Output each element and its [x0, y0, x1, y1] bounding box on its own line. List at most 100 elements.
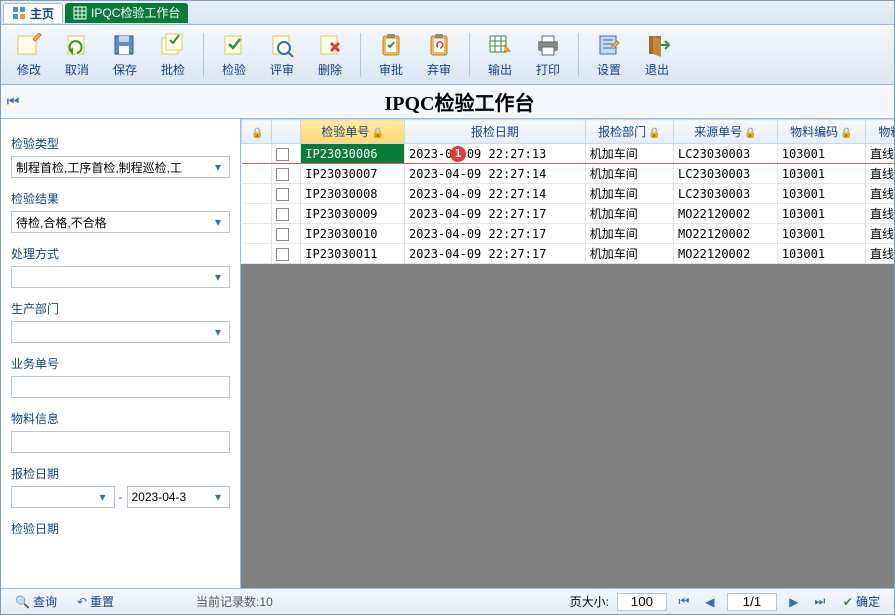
label-result: 检验结果: [11, 190, 230, 207]
chevron-down-icon[interactable]: ▾: [211, 490, 225, 504]
cancel-button[interactable]: 取消: [55, 28, 99, 82]
toolbar: 修改 取消 保存 批检 检验 评审 删除 审批 弃审 输出 打印 设置 退出: [1, 25, 894, 85]
ok-button[interactable]: ✔确定: [837, 592, 886, 611]
chevron-down-icon[interactable]: ▾: [96, 490, 110, 504]
export-label: 输出: [488, 61, 512, 78]
inspect-button[interactable]: 检验: [212, 28, 256, 82]
col-date[interactable]: 报检日期: [405, 120, 586, 144]
cell-dept: 机加车间: [585, 164, 673, 184]
page-title: IPQC检验工作台: [25, 87, 894, 116]
table-row[interactable]: IP230300102023-04-09 22:27:17机加车间MO22120…: [242, 224, 895, 244]
clipboard-undo-icon: [423, 31, 455, 59]
col-docno[interactable]: 检验单号🔒: [301, 120, 405, 144]
cell-matname: 直线模组: [865, 144, 894, 164]
combo-result-value: 待检,合格,不合格: [16, 214, 211, 231]
page-prev[interactable]: ◀: [701, 593, 719, 611]
label-inspdate: 检验日期: [11, 520, 230, 537]
print-button[interactable]: 打印: [526, 28, 570, 82]
input-bizno[interactable]: [11, 376, 230, 398]
col-dept[interactable]: 报检部门🔒: [585, 120, 673, 144]
col-checkbox[interactable]: [271, 120, 301, 144]
approve-button[interactable]: 审批: [369, 28, 413, 82]
col-matcode[interactable]: 物料编码🔒: [777, 120, 865, 144]
settings-button[interactable]: 设置: [587, 28, 631, 82]
review-label: 评审: [270, 61, 294, 78]
cell-matname: 直线模组: [865, 184, 894, 204]
page-display[interactable]: [727, 593, 777, 611]
row-checkbox[interactable]: [276, 248, 289, 261]
cell-src: LC23030003: [673, 144, 777, 164]
modify-button[interactable]: 修改: [7, 28, 51, 82]
grid-container: 🔒 检验单号🔒 报检日期 报检部门🔒 来源单号🔒 物料编码🔒 物料名称🔒 规格型…: [241, 119, 894, 588]
batch-label: 批检: [161, 61, 185, 78]
settings-label: 设置: [597, 61, 621, 78]
combo-handling[interactable]: ▾: [11, 266, 230, 288]
chevron-down-icon[interactable]: ▾: [211, 215, 225, 229]
exit-button[interactable]: 退出: [635, 28, 679, 82]
cell-matcode: 103001: [777, 144, 865, 164]
query-button[interactable]: 🔍查询: [9, 592, 63, 611]
printer-icon: [532, 31, 564, 59]
combo-type[interactable]: 制程首检,工序首检,制程巡检,工▾: [11, 156, 230, 178]
row-checkbox[interactable]: [276, 148, 289, 161]
table-row[interactable]: IP230300112023-04-09 22:27:17机加车间MO22120…: [242, 244, 895, 264]
batch-button[interactable]: 批检: [151, 28, 195, 82]
combo-dept[interactable]: ▾: [11, 321, 230, 343]
row-checkbox[interactable]: [276, 228, 289, 241]
row-checkbox[interactable]: [276, 168, 289, 181]
reset-button[interactable]: ↶重置: [71, 592, 120, 611]
date-from[interactable]: ▾: [11, 486, 115, 508]
label-checkdate: 报检日期: [11, 465, 230, 482]
combo-result[interactable]: 待检,合格,不合格▾: [11, 211, 230, 233]
status-bar: 🔍查询 ↶重置 当前记录数:10 页大小: ⏮ ◀ ▶ ⏭ ✔确定: [1, 588, 894, 614]
delete-icon: [314, 31, 346, 59]
cell-dept: 机加车间: [585, 204, 673, 224]
col-matname[interactable]: 物料名称🔒: [865, 120, 894, 144]
tab-home[interactable]: 主页: [3, 3, 63, 23]
table-row[interactable]: IP230300072023-04-09 22:27:14机加车间LC23030…: [242, 164, 895, 184]
cell-matcode: 103001: [777, 184, 865, 204]
cell-date: 2023-04-09 22:27:14: [405, 184, 586, 204]
separator: [203, 33, 204, 77]
tab-workbench[interactable]: IPQC检验工作台: [65, 3, 188, 23]
page-first[interactable]: ⏮: [675, 593, 693, 611]
cell-docno: IP23030006: [301, 144, 405, 164]
pagesize-label: 页大小:: [570, 593, 609, 610]
review-button[interactable]: 评审: [260, 28, 304, 82]
chevron-down-icon[interactable]: ▾: [211, 325, 225, 339]
export-button[interactable]: 输出: [478, 28, 522, 82]
cell-docno: IP23030010: [301, 224, 405, 244]
pagesize-input[interactable]: [617, 593, 667, 611]
input-material[interactable]: [11, 431, 230, 453]
table-row[interactable]: IP230300092023-04-09 22:27:17机加车间MO22120…: [242, 204, 895, 224]
lock-icon: 🔒: [648, 128, 660, 139]
table-row[interactable]: IP230300082023-04-09 22:27:14机加车间LC23030…: [242, 184, 895, 204]
page-last[interactable]: ⏭: [811, 593, 829, 611]
query-label: 查询: [33, 593, 57, 610]
lock-icon: 🔒: [744, 128, 756, 139]
cell-src: LC23030003: [673, 164, 777, 184]
reject-button[interactable]: 弃审: [417, 28, 461, 82]
chevron-down-icon[interactable]: ▾: [211, 270, 225, 284]
inspect-label: 检验: [222, 61, 246, 78]
cell-src: MO22120002: [673, 244, 777, 264]
first-icon[interactable]: ⏮: [1, 93, 25, 110]
cell-matname: 直线模组: [865, 224, 894, 244]
cell-docno: IP23030011: [301, 244, 405, 264]
pencil-icon: [13, 31, 45, 59]
col-src[interactable]: 来源单号🔒: [673, 120, 777, 144]
row-checkbox[interactable]: [276, 188, 289, 201]
page-next[interactable]: ▶: [785, 593, 803, 611]
delete-button[interactable]: 删除: [308, 28, 352, 82]
cell-matcode: 103001: [777, 244, 865, 264]
save-button[interactable]: 保存: [103, 28, 147, 82]
table-row[interactable]: IP2303000612023-04-09 22:27:13机加车间LC2303…: [242, 144, 895, 164]
lock-icon: 🔒: [371, 128, 383, 139]
date-to[interactable]: 2023-04-3▾: [127, 486, 231, 508]
settings-icon: [593, 31, 625, 59]
cell-dept: 机加车间: [585, 184, 673, 204]
row-checkbox[interactable]: [276, 208, 289, 221]
chevron-down-icon[interactable]: ▾: [211, 160, 225, 174]
cell-dept: 机加车间: [585, 224, 673, 244]
clipboard-check-icon: [375, 31, 407, 59]
